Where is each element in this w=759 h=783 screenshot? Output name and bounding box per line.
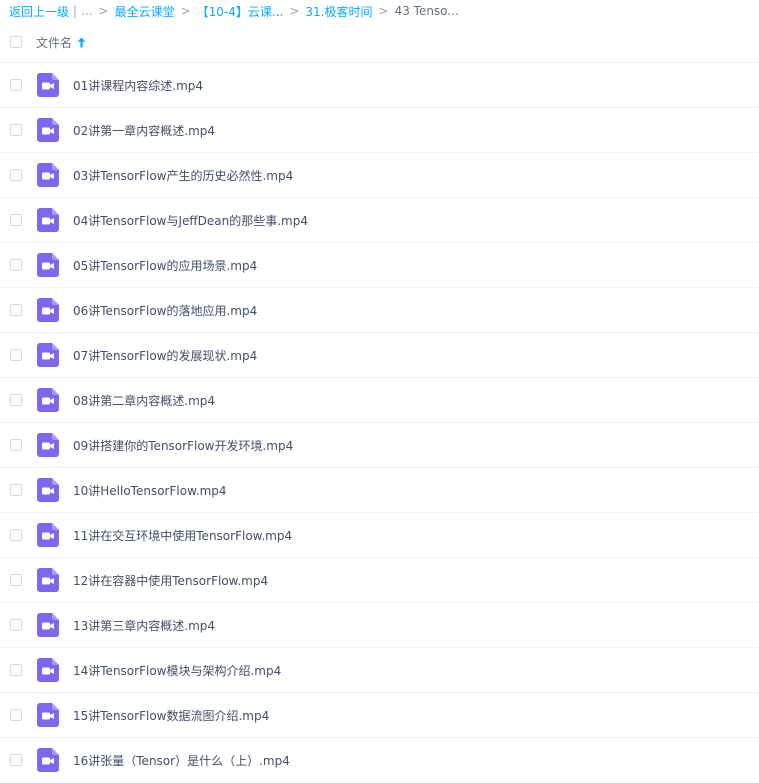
video-file-icon [37, 748, 59, 772]
video-file-icon [37, 658, 59, 682]
file-name[interactable]: 02讲第一章内容概述.mp4 [73, 122, 215, 139]
sort-ascending-icon[interactable] [77, 37, 86, 48]
file-list: 01讲课程内容综述.mp4 02讲第一章内容概述.mp4 03讲TensorFl… [0, 63, 759, 783]
row-checkbox[interactable] [10, 574, 22, 586]
file-row[interactable]: 05讲TensorFlow的应用场景.mp4 [0, 243, 759, 288]
file-name[interactable]: 08讲第二章内容概述.mp4 [73, 392, 215, 409]
chevron-right-icon: > [180, 4, 191, 18]
file-name[interactable]: 09讲搭建你的TensorFlow开发环境.mp4 [73, 437, 293, 454]
breadcrumb-ellipsis[interactable]: ... [81, 4, 92, 18]
row-checkbox[interactable] [10, 529, 22, 541]
breadcrumb-current: 43 Tenso... [394, 4, 459, 18]
row-checkbox[interactable] [10, 619, 22, 631]
video-file-icon [37, 73, 59, 97]
video-file-icon [37, 208, 59, 232]
file-row[interactable]: 10讲HelloTensorFlow.mp4 [0, 468, 759, 513]
video-file-icon [37, 433, 59, 457]
row-checkbox[interactable] [10, 709, 22, 721]
video-file-icon [37, 703, 59, 727]
file-name[interactable]: 14讲TensorFlow模块与架构介绍.mp4 [73, 662, 281, 679]
column-header-filename[interactable]: 文件名 [36, 34, 72, 51]
file-name[interactable]: 01讲课程内容综述.mp4 [73, 77, 203, 94]
file-name[interactable]: 11讲在交互环境中使用TensorFlow.mp4 [73, 527, 292, 544]
chevron-right-icon: > [289, 4, 300, 18]
row-checkbox[interactable] [10, 484, 22, 496]
video-file-icon [37, 388, 59, 412]
file-row[interactable]: 13讲第三章内容概述.mp4 [0, 603, 759, 648]
row-checkbox[interactable] [10, 664, 22, 676]
file-row[interactable]: 07讲TensorFlow的发展现状.mp4 [0, 333, 759, 378]
breadcrumb-item[interactable]: 【10-4】云课... [197, 3, 284, 20]
file-name[interactable]: 12讲在容器中使用TensorFlow.mp4 [73, 572, 268, 589]
chevron-right-icon: > [98, 4, 109, 18]
file-name[interactable]: 04讲TensorFlow与JeffDean的那些事.mp4 [73, 212, 308, 229]
file-row[interactable]: 03讲TensorFlow产生的历史必然性.mp4 [0, 153, 759, 198]
row-checkbox[interactable] [10, 754, 22, 766]
select-all-checkbox[interactable] [10, 35, 22, 48]
breadcrumb-item[interactable]: 31.极客时间 [305, 3, 372, 20]
file-row[interactable]: 09讲搭建你的TensorFlow开发环境.mp4 [0, 423, 759, 468]
file-name[interactable]: 13讲第三章内容概述.mp4 [73, 617, 215, 634]
row-checkbox[interactable] [10, 214, 22, 226]
file-name[interactable]: 10讲HelloTensorFlow.mp4 [73, 482, 227, 499]
row-checkbox[interactable] [10, 304, 22, 316]
back-link[interactable]: 返回上一级 [9, 3, 69, 20]
video-file-icon [37, 163, 59, 187]
file-row[interactable]: 15讲TensorFlow数据流图介绍.mp4 [0, 693, 759, 738]
breadcrumb-item[interactable]: 最全云课堂 [115, 3, 175, 20]
row-checkbox[interactable] [10, 79, 22, 91]
file-row[interactable]: 02讲第一章内容概述.mp4 [0, 108, 759, 153]
row-checkbox[interactable] [10, 169, 22, 181]
video-file-icon [37, 613, 59, 637]
row-checkbox[interactable] [10, 439, 22, 451]
file-name[interactable]: 15讲TensorFlow数据流图介绍.mp4 [73, 707, 269, 724]
row-checkbox[interactable] [10, 124, 22, 136]
video-file-icon [37, 253, 59, 277]
row-checkbox[interactable] [10, 394, 22, 406]
row-checkbox[interactable] [10, 259, 22, 271]
file-row[interactable]: 14讲TensorFlow模块与架构介绍.mp4 [0, 648, 759, 693]
file-row[interactable]: 06讲TensorFlow的落地应用.mp4 [0, 288, 759, 333]
video-file-icon [37, 343, 59, 367]
file-list-header: 文件名 [0, 22, 759, 63]
chevron-right-icon: > [378, 4, 389, 18]
row-checkbox[interactable] [10, 349, 22, 361]
file-row[interactable]: 08讲第二章内容概述.mp4 [0, 378, 759, 423]
file-name[interactable]: 05讲TensorFlow的应用场景.mp4 [73, 257, 257, 274]
file-row[interactable]: 12讲在容器中使用TensorFlow.mp4 [0, 558, 759, 603]
breadcrumb: 返回上一级 | ... > 最全云课堂 > 【10-4】云课... > 31.极… [0, 0, 759, 22]
file-name[interactable]: 07讲TensorFlow的发展现状.mp4 [73, 347, 257, 364]
file-row[interactable]: 04讲TensorFlow与JeffDean的那些事.mp4 [0, 198, 759, 243]
video-file-icon [37, 523, 59, 547]
video-file-icon [37, 118, 59, 142]
file-row[interactable]: 11讲在交互环境中使用TensorFlow.mp4 [0, 513, 759, 558]
file-name[interactable]: 06讲TensorFlow的落地应用.mp4 [73, 302, 257, 319]
video-file-icon [37, 478, 59, 502]
file-name[interactable]: 03讲TensorFlow产生的历史必然性.mp4 [73, 167, 293, 184]
breadcrumb-divider: | [73, 4, 78, 18]
file-row[interactable]: 16讲张量（Tensor）是什么（上）.mp4 [0, 738, 759, 783]
file-name[interactable]: 16讲张量（Tensor）是什么（上）.mp4 [73, 752, 290, 769]
file-row[interactable]: 01讲课程内容综述.mp4 [0, 63, 759, 108]
video-file-icon [37, 298, 59, 322]
video-file-icon [37, 568, 59, 592]
